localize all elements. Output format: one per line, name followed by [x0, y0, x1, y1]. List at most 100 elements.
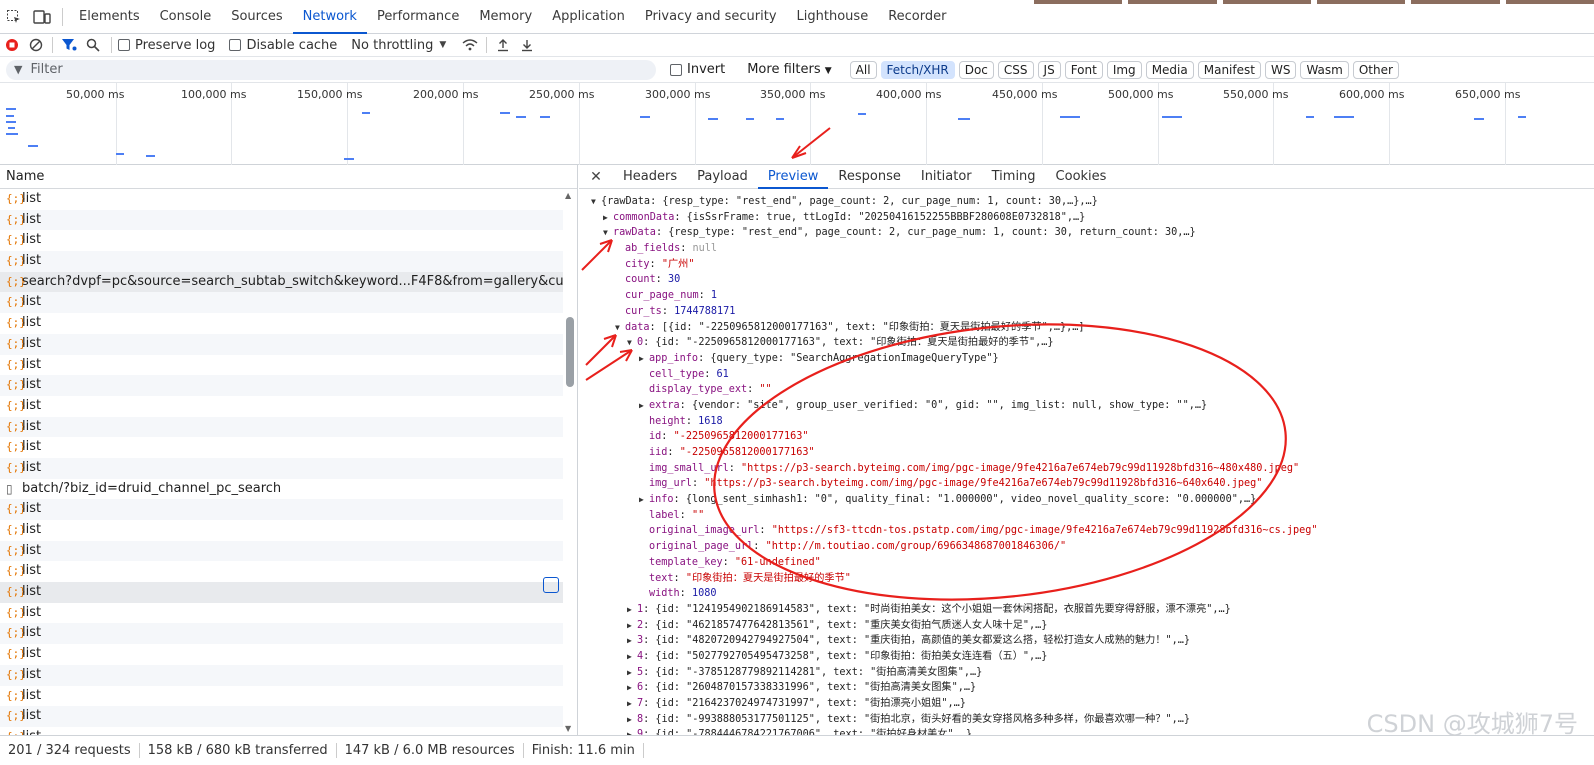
type-filter-doc[interactable]: Doc [958, 60, 994, 79]
json-tree-line[interactable]: ▶ 1: {id: "1241954902186914583", text: "时… [579, 602, 1594, 618]
tab-privacy-and-security[interactable]: Privacy and security [635, 0, 787, 34]
tab-response[interactable]: Response [828, 165, 910, 189]
type-filter-font[interactable]: Font [1064, 60, 1103, 79]
request-row[interactable]: {;}list [0, 457, 577, 479]
invert-checkbox[interactable] [670, 63, 682, 76]
filter-funnel-icon[interactable] [57, 35, 81, 55]
tab-headers[interactable]: Headers [613, 165, 687, 189]
type-filter-other[interactable]: Other [1352, 60, 1399, 79]
collapsed-triangle-icon[interactable]: ▶ [627, 649, 637, 665]
json-tree-line[interactable]: ▶ commonData: {isSsrFrame: true, ttLogId:… [579, 210, 1594, 226]
network-overview-timeline[interactable]: 50,000 ms 100,000 ms 150,000 ms 200,000 ms 2… [0, 83, 1594, 165]
request-row[interactable]: {;}list [0, 644, 577, 665]
clear-icon[interactable] [24, 35, 48, 55]
type-filter-fetch-xhr[interactable]: Fetch/XHR [880, 60, 955, 79]
json-tree-line[interactable]: ▼ 0: {id: "-2250965812000177163", text: "… [579, 335, 1594, 351]
request-row[interactable]: {;}list [0, 603, 577, 624]
request-row[interactable]: {;}list [0, 355, 577, 376]
search-icon[interactable] [81, 35, 105, 55]
record-stop-icon[interactable] [0, 35, 24, 55]
request-row[interactable]: ▯ batch/?biz_id=druid_channel_pc_search [0, 479, 577, 500]
scroll-down-icon[interactable]: ▼ [565, 724, 571, 733]
tab-application[interactable]: Application [542, 0, 635, 34]
request-row[interactable]: {;}list [0, 499, 577, 520]
expanded-triangle-icon[interactable]: ▼ [603, 225, 613, 241]
request-row[interactable]: {;}list [0, 251, 577, 272]
preserve-log-checkbox[interactable] [118, 39, 130, 51]
inspect-element-icon[interactable] [0, 5, 28, 29]
download-icon[interactable] [515, 35, 539, 55]
request-row[interactable]: {;}list [0, 375, 577, 396]
collapsed-triangle-icon[interactable]: ▶ [603, 210, 613, 226]
request-row[interactable]: {;}list [0, 686, 577, 707]
collapsed-triangle-icon[interactable]: ▶ [639, 351, 649, 367]
tab-timing[interactable]: Timing [982, 165, 1046, 189]
json-tree-line[interactable]: ▶ extra: {vendor: "site", group_user_veri… [579, 398, 1594, 414]
copy-icon[interactable] [543, 577, 559, 593]
request-row[interactable]: {;}list [0, 292, 577, 314]
type-filter-js[interactable]: JS [1037, 60, 1061, 79]
scroll-up-icon[interactable]: ▲ [565, 191, 571, 200]
request-row[interactable]: {;}list [0, 540, 577, 562]
request-row[interactable]: {;} search?dvpf=pc&source=search_subtab_s… [0, 271, 577, 293]
collapsed-triangle-icon[interactable]: ▶ [627, 602, 637, 618]
collapsed-triangle-icon[interactable]: ▶ [627, 665, 637, 681]
tab-preview[interactable]: Preview [757, 165, 829, 189]
request-row[interactable]: {;}list [0, 582, 577, 603]
collapsed-triangle-icon[interactable]: ▶ [627, 712, 637, 728]
request-row[interactable]: {;}list [0, 706, 577, 727]
collapsed-triangle-icon[interactable]: ▶ [627, 618, 637, 634]
upload-icon[interactable] [491, 35, 515, 55]
json-tree-line[interactable]: ▼ {rawData: {resp_type: "rest_end", page_… [579, 194, 1594, 210]
type-filter-manifest[interactable]: Manifest [1197, 60, 1261, 79]
type-filter-all[interactable]: All [849, 60, 877, 79]
json-tree-line[interactable]: ▶ app_info: {query_type: "SearchAggregati… [579, 351, 1594, 367]
json-tree-line[interactable]: ▶ 2: {id: "4621857477642813561", text: "重… [579, 618, 1594, 634]
collapsed-triangle-icon[interactable]: ▶ [639, 492, 649, 508]
more-filters-button[interactable]: More filters ▼ [747, 62, 831, 77]
device-toolbar-icon[interactable] [28, 5, 56, 29]
expanded-triangle-icon[interactable]: ▼ [591, 194, 601, 210]
request-row[interactable]: {;}list [0, 313, 577, 334]
request-row[interactable]: {;}list [0, 623, 577, 645]
type-filter-media[interactable]: Media [1145, 60, 1194, 79]
json-tree-line[interactable]: ▶ 3: {id: "4820720942794927504", text: "重… [579, 633, 1594, 649]
collapsed-triangle-icon[interactable]: ▶ [627, 633, 637, 649]
request-row[interactable]: {;}list [0, 209, 577, 231]
type-filter-img[interactable]: Img [1106, 60, 1142, 79]
network-conditions-icon[interactable] [458, 35, 482, 55]
json-tree-line[interactable]: ▼ data: [{id: "-2250965812000177163", tex… [579, 320, 1594, 336]
request-row[interactable]: {;}list [0, 437, 577, 458]
request-row[interactable]: {;}list [0, 664, 577, 686]
request-row[interactable]: {;}list [0, 333, 577, 355]
throttling-select[interactable]: No throttling [351, 38, 433, 53]
tab-lighthouse[interactable]: Lighthouse [787, 0, 879, 34]
json-tree-line[interactable]: ▼ rawData: {resp_type: "rest_end", page_c… [579, 225, 1594, 241]
json-tree-line[interactable]: ▶ 6: {id: "2604870157338331996", text: "街… [579, 680, 1594, 696]
request-row[interactable]: {;}list [0, 230, 577, 251]
request-row[interactable]: {;}list [0, 520, 577, 541]
tab-recorder[interactable]: Recorder [878, 0, 956, 34]
request-row[interactable]: {;}list [0, 396, 577, 417]
tab-elements[interactable]: Elements [69, 0, 150, 34]
tab-network[interactable]: Network [292, 0, 367, 34]
type-filter-ws[interactable]: WS [1264, 60, 1297, 79]
request-row[interactable]: {;}list [0, 727, 577, 735]
type-filter-wasm[interactable]: Wasm [1300, 60, 1349, 79]
expanded-triangle-icon[interactable]: ▼ [615, 320, 625, 336]
type-filter-css[interactable]: CSS [997, 60, 1034, 79]
tab-payload[interactable]: Payload [687, 165, 758, 189]
tab-sources[interactable]: Sources [221, 0, 292, 34]
collapsed-triangle-icon[interactable]: ▶ [627, 680, 637, 696]
request-row[interactable]: {;}list [0, 561, 577, 582]
collapsed-triangle-icon[interactable]: ▶ [627, 696, 637, 712]
tab-cookies[interactable]: Cookies [1046, 165, 1117, 189]
collapsed-triangle-icon[interactable]: ▶ [639, 398, 649, 414]
request-list-scrollbar[interactable]: ▲ ▼ [563, 189, 577, 735]
tab-console[interactable]: Console [150, 0, 222, 34]
tab-memory[interactable]: Memory [469, 0, 542, 34]
close-icon[interactable]: ✕ [579, 169, 613, 185]
disable-cache-checkbox[interactable] [229, 39, 242, 51]
scrollbar-thumb[interactable] [566, 317, 574, 387]
json-tree-line[interactable]: ▶ 4: {id: "5027792705495473258", text: "印… [579, 649, 1594, 665]
